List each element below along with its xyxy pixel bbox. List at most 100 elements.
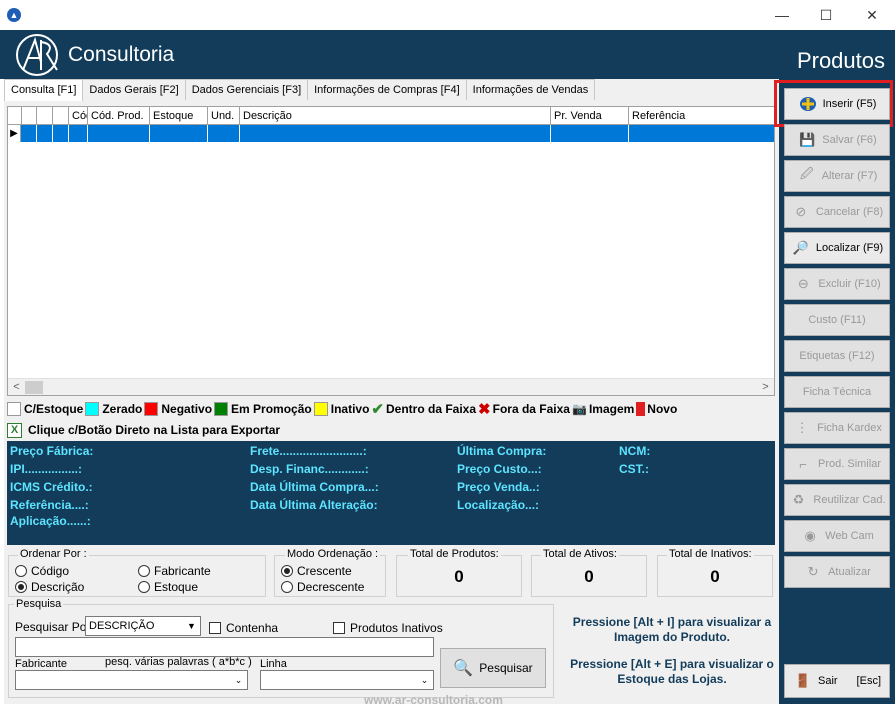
modo-ordenacao-title: Modo Ordenação : — [285, 548, 381, 560]
grid-row-divider — [68, 125, 69, 142]
web-cam-button[interactable]: ◉ Web Cam — [784, 520, 890, 552]
maximize-button[interactable]: ☐ — [804, 0, 848, 30]
app-header: Consultoria Produtos — [0, 30, 895, 79]
legend-c-estoque: C/Estoque — [7, 402, 83, 416]
recycle-icon: ♻ — [792, 492, 805, 507]
info-preco-venda: Preço Venda..: — [457, 480, 540, 494]
prod-similar-button[interactable]: ⌐ Prod. Similar — [784, 448, 890, 480]
ficha-tecnica-button[interactable]: Ficha Técnica — [784, 376, 890, 408]
radio-fabricante[interactable]: Fabricante — [138, 564, 211, 578]
fabricante-select[interactable]: ⌄ — [15, 670, 248, 690]
contenha-checkbox[interactable]: Contenha — [209, 621, 278, 635]
grid-row-divider — [628, 125, 629, 142]
grid-selected-row[interactable] — [8, 125, 774, 142]
web-cam-label: Web Cam — [825, 530, 874, 542]
inserir-highlight — [774, 80, 893, 127]
radio-indicator[interactable] — [138, 581, 150, 593]
watermark: www.ar-consultoria.com — [364, 693, 503, 704]
window-titlebar: ▲ — ☐ ✕ — [0, 0, 895, 30]
search-input[interactable] — [15, 637, 434, 657]
tab-informacoes-vendas[interactable]: Informações de Vendas — [465, 79, 596, 100]
legend-label: Em Promoção — [231, 402, 312, 416]
salvar-button[interactable]: 💾 Salvar (F6) — [784, 124, 890, 156]
status-legend: C/Estoque Zerado Negativo Em Promoção In… — [7, 400, 679, 418]
legend-label: Imagem — [588, 402, 635, 416]
info-preco-fabrica: Preço Fábrica: — [10, 444, 94, 458]
info-cst: CST.: — [619, 462, 649, 476]
linha-select[interactable]: ⌄ — [260, 670, 434, 690]
chevron-down-icon[interactable]: ⌄ — [230, 671, 247, 689]
reutilizar-cad-button[interactable]: ♻ Reutilizar Cad. — [784, 484, 890, 516]
save-icon: 💾 — [799, 132, 816, 147]
grid-header-col-a[interactable] — [22, 107, 37, 125]
grid-header-referencia[interactable]: Referência — [629, 107, 774, 125]
sair-button[interactable]: 🚪 Sair [Esc] — [784, 664, 890, 698]
tab-dados-gerais[interactable]: Dados Gerais [F2] — [82, 79, 186, 100]
checkbox-box[interactable] — [333, 622, 345, 634]
chevron-down-icon[interactable]: ▼ — [183, 617, 200, 635]
scroll-thumb[interactable] — [25, 381, 43, 394]
radio-decrescente[interactable]: Decrescente — [281, 580, 364, 594]
grid-header-pr-venda[interactable]: Pr. Venda — [551, 107, 629, 125]
search-icon: 🔎 — [792, 240, 809, 255]
tab-consulta[interactable]: Consulta [F1] — [4, 79, 84, 101]
radio-label: Código — [31, 564, 70, 578]
chevron-down-icon[interactable]: ⌄ — [416, 671, 433, 689]
pesquisar-button[interactable]: 🔍 Pesquisar — [440, 648, 546, 688]
custo-button[interactable]: Custo (F11) — [784, 304, 890, 336]
radio-estoque[interactable]: Estoque — [138, 580, 198, 594]
grid-header-estoque[interactable]: Estoque — [150, 107, 208, 125]
radio-indicator[interactable] — [281, 581, 293, 593]
scroll-right-button[interactable]: > — [757, 379, 774, 395]
grid-header-col-b[interactable] — [37, 107, 53, 125]
localizar-button[interactable]: 🔎 Localizar (F9) — [784, 232, 890, 264]
alterar-button[interactable]: 🖉 Alterar (F7) — [784, 160, 890, 192]
excluir-button[interactable]: ⊖ Excluir (F10) — [784, 268, 890, 300]
grid-header-cod-prod[interactable]: Cód. Prod. — [88, 107, 150, 125]
info-localizacao: Localização...: — [457, 498, 540, 512]
magnifier-icon: 🔍 — [453, 660, 474, 677]
checkbox-box[interactable] — [209, 622, 221, 634]
checkbox-label: Produtos Inativos — [350, 621, 443, 635]
pesquisar-por-select[interactable]: DESCRIÇÃO ▼ — [85, 616, 201, 636]
atualizar-label: Atualizar — [828, 566, 871, 578]
total-inativos-label: Total de Inativos: — [667, 548, 754, 560]
total-produtos-label: Total de Produtos: — [408, 548, 501, 560]
legend-dentro-faixa: ✔ Dentro da Faixa — [371, 400, 476, 418]
close-button[interactable]: ✕ — [850, 0, 894, 30]
grid-header-und[interactable]: Und. — [208, 107, 240, 125]
radio-indicator[interactable] — [281, 565, 293, 577]
row-indicator-icon: ▶ — [8, 125, 21, 142]
radio-crescente[interactable]: Crescente — [281, 564, 352, 578]
info-data-ultima-alteracao: Data Última Alteração: — [250, 498, 378, 512]
radio-indicator[interactable] — [138, 565, 150, 577]
atualizar-button[interactable]: ↻ Atualizar — [784, 556, 890, 588]
exit-door-icon: 🚪 — [794, 673, 812, 688]
tab-dados-gerenciais[interactable]: Dados Gerenciais [F3] — [184, 79, 309, 100]
grid-header-col-d[interactable]: Cód. Prod. — [69, 107, 88, 125]
radio-codigo[interactable]: Código — [15, 564, 69, 578]
cancelar-button[interactable]: ⊘ Cancelar (F8) — [784, 196, 890, 228]
produtos-inativos-checkbox[interactable]: Produtos Inativos — [333, 621, 443, 635]
radio-label: Fabricante — [154, 564, 211, 578]
tab-informacoes-compras[interactable]: Informações de Compras [F4] — [307, 79, 467, 100]
legend-swatch — [7, 402, 21, 416]
legend-swatch — [214, 402, 229, 416]
radio-descricao[interactable]: Descrição — [15, 580, 84, 594]
minimize-button[interactable]: — — [760, 0, 804, 30]
radio-indicator[interactable] — [15, 565, 27, 577]
pesquisar-button-label: Pesquisar — [479, 661, 533, 675]
legend-swatch — [313, 402, 328, 416]
scroll-left-button[interactable]: < — [8, 379, 25, 395]
pesquisar-por-label: Pesquisar Por: — [15, 620, 94, 634]
grid-row-divider — [87, 125, 88, 142]
grid-header-col-c[interactable] — [53, 107, 69, 125]
products-grid[interactable]: Cód. Prod. Cód. Prod. Estoque Und. Descr… — [7, 106, 775, 396]
ficha-kardex-button[interactable]: ⋮ Ficha Kardex — [784, 412, 890, 444]
info-preco-custo: Preço Custo...: — [457, 462, 542, 476]
grid-header-descricao[interactable]: Descrição — [240, 107, 551, 125]
etiquetas-button[interactable]: Etiquetas (F12) — [784, 340, 890, 372]
radio-indicator[interactable] — [15, 581, 27, 593]
horizontal-scrollbar[interactable]: < > — [8, 378, 774, 395]
new-icon — [636, 402, 646, 416]
